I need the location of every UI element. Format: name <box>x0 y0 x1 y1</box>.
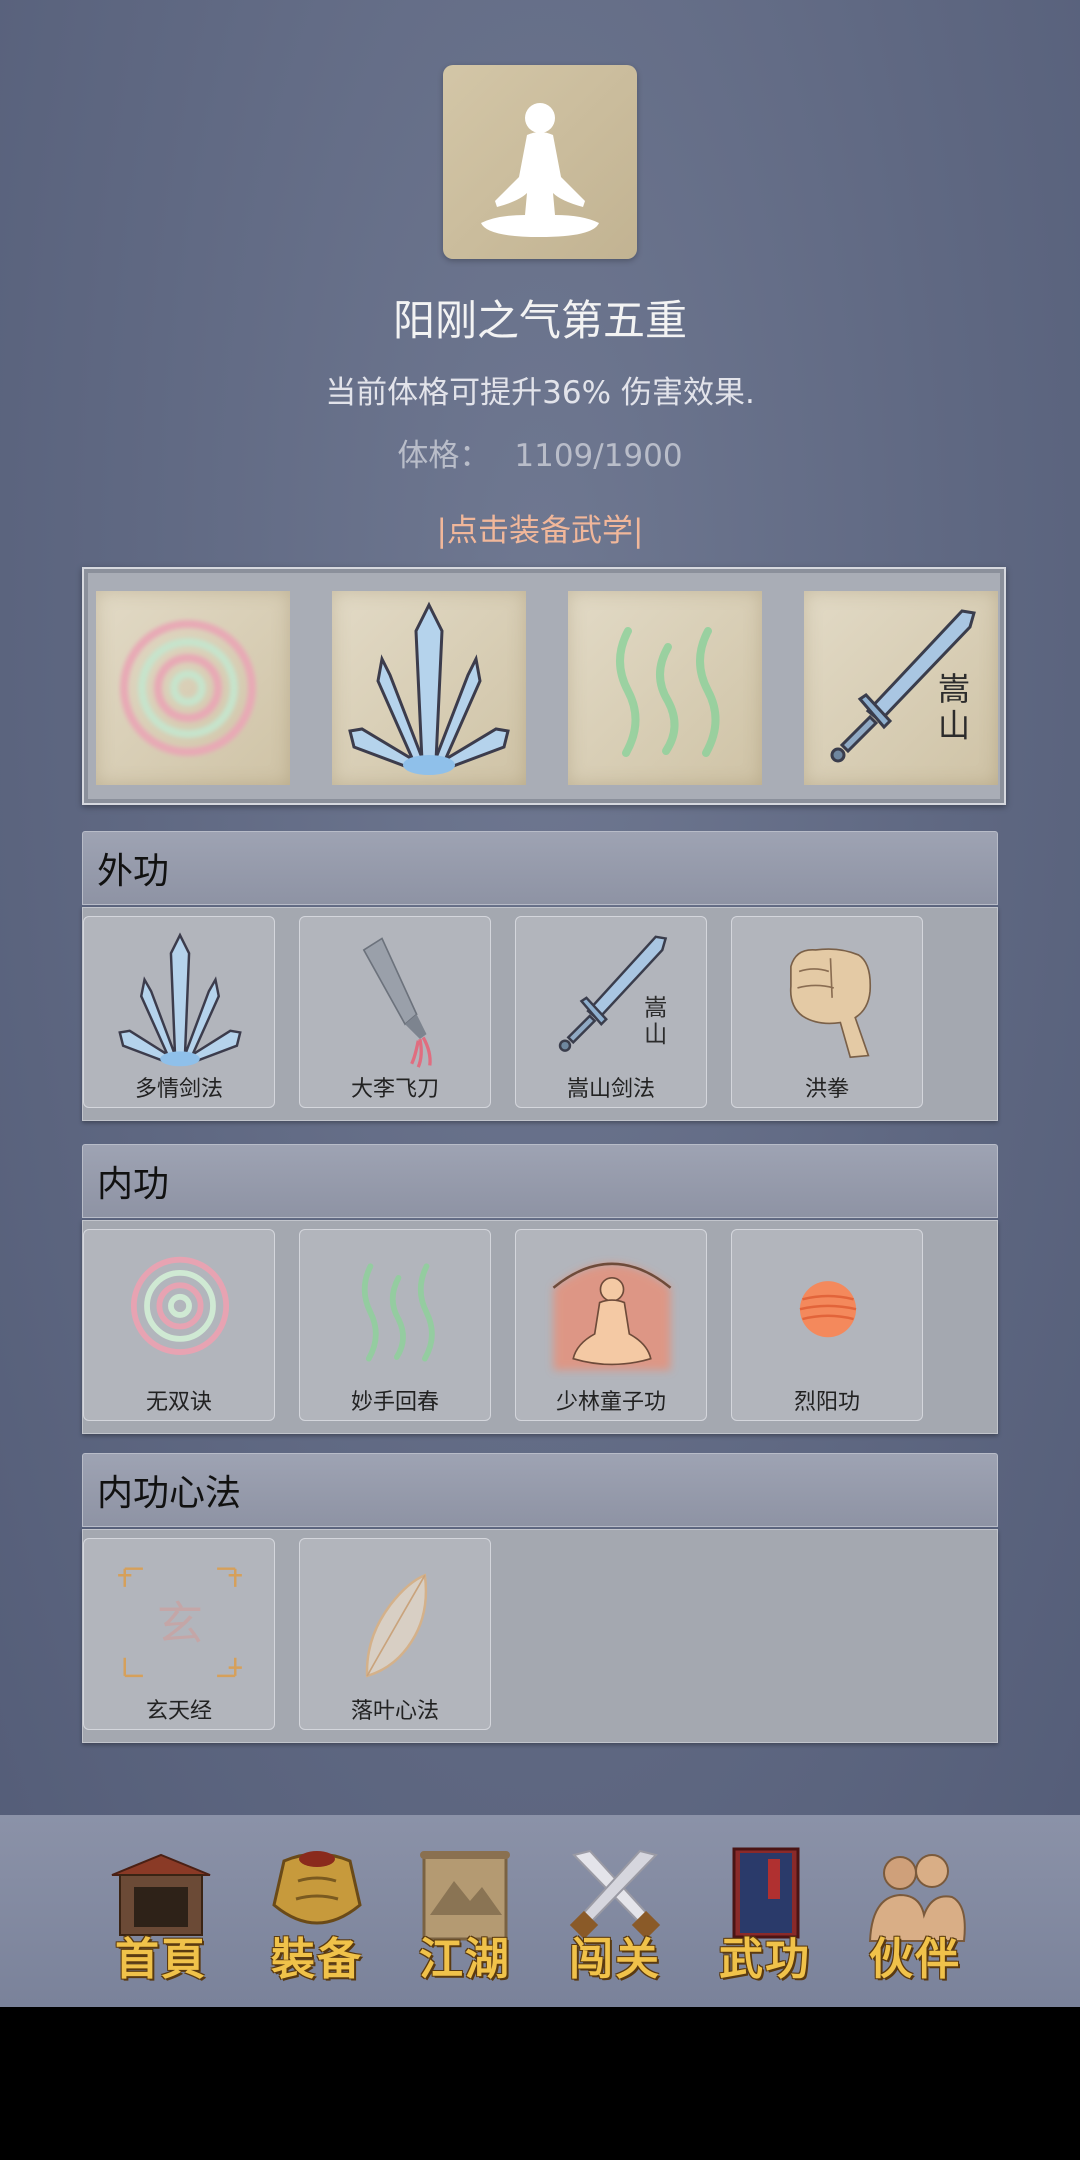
skill-name: 大李飞刀 <box>350 1077 439 1102</box>
skill-card-luoye-xinfa[interactable]: 落叶心法 <box>299 1538 491 1730</box>
section-body-waigong: 多情剑法 大李飞刀 嵩山 嵩山剑法 洪拳 <box>82 907 998 1121</box>
skill-card-shaolin-tongzi[interactable]: 少林童子功 <box>515 1229 707 1421</box>
nav-label: 裝备 <box>271 1934 363 1985</box>
bottom-nav: 首頁 裝备 江湖 闯关 武功 伙伴 <box>0 1815 1080 2007</box>
section-header-xinfa: 内功心法 <box>82 1453 998 1527</box>
xuan-mark: 玄 <box>157 1597 203 1651</box>
songshan-sword-icon: 嵩山 <box>830 609 976 763</box>
nav-label: 闯关 <box>569 1934 661 1985</box>
skill-name: 嵩山剑法 <box>566 1077 655 1102</box>
realm-title: 阳刚之气第五重 <box>392 296 687 345</box>
meditation-portrait <box>443 65 637 259</box>
nav-challenge[interactable]: 闯关 <box>550 1845 680 1985</box>
equipped-slot-1[interactable] <box>96 591 290 785</box>
physique-stat: 体格： 1109/1900 <box>0 430 1080 475</box>
nav-label: 江湖 <box>419 1934 511 1985</box>
nav-jianghu[interactable]: 江湖 <box>400 1845 530 1985</box>
fist-icon <box>789 948 872 1059</box>
nav-equipment[interactable]: 裝备 <box>252 1845 382 1985</box>
section-body-xinfa: 玄 玄天经 落叶心法 <box>82 1529 998 1743</box>
skill-card-xuantianjing[interactable]: 玄 玄天经 <box>83 1538 275 1730</box>
skill-name: 少林童子功 <box>555 1390 666 1415</box>
xuan-seal-icon: 玄 <box>118 1567 242 1678</box>
blade-fan-icon <box>348 601 510 775</box>
equipped-skills-panel: 嵩山 <box>82 567 1006 805</box>
section-title: 外功 <box>97 851 170 892</box>
spiral-icon <box>130 1256 230 1355</box>
equipped-slot-4[interactable]: 嵩山 <box>804 591 998 785</box>
spiral-icon <box>120 620 256 756</box>
songshan-mark: 嵩山 <box>644 995 667 1048</box>
green-wave-icon <box>361 1263 435 1362</box>
songshan-mark: 嵩山 <box>938 670 970 745</box>
meditating-monk-icon <box>552 1262 672 1371</box>
section-header-neigong: 内功 <box>82 1144 998 1218</box>
nav-label: 伙伴 <box>869 1934 961 1985</box>
songshan-sword-icon: 嵩山 <box>558 935 667 1052</box>
screen: 阳刚之气第五重 当前体格可提升36% 伤害效果. 体格： 1109/1900 |点… <box>0 0 1080 2007</box>
skill-card-lieyang[interactable]: 烈阳功 <box>731 1229 923 1421</box>
nav-label: 首頁 <box>115 1934 207 1985</box>
physique-label: 体格： <box>397 438 491 474</box>
sun-orb-icon <box>799 1281 857 1338</box>
skill-name: 妙手回春 <box>350 1390 439 1415</box>
skill-name: 落叶心法 <box>350 1699 439 1724</box>
skill-name: 玄天经 <box>145 1699 212 1724</box>
nav-home[interactable]: 首頁 <box>96 1845 226 1985</box>
skill-name: 无双诀 <box>145 1390 212 1415</box>
skill-card-dali-feidao[interactable]: 大李飞刀 <box>299 916 491 1108</box>
skill-card-wushuangjue[interactable]: 无双诀 <box>83 1229 275 1421</box>
blade-fan-icon <box>118 932 242 1067</box>
leaf-icon <box>365 1573 428 1678</box>
nav-martial-arts[interactable]: 武功 <box>700 1845 830 1985</box>
skill-card-miaoshou-huichun[interactable]: 妙手回春 <box>299 1229 491 1421</box>
skill-card-hongquan[interactable]: 洪拳 <box>731 916 923 1108</box>
section-body-neigong: 无双诀 妙手回春 少林童子功 烈阳功 <box>82 1220 998 1434</box>
section-title: 内功心法 <box>97 1473 242 1514</box>
skill-card-duoqing[interactable]: 多情剑法 <box>83 916 275 1108</box>
skill-card-songshan[interactable]: 嵩山 嵩山剑法 <box>515 916 707 1108</box>
skill-name: 洪拳 <box>804 1077 849 1102</box>
equip-skills-link[interactable]: |点击装备武学| <box>0 505 1080 550</box>
equipped-slot-2[interactable] <box>332 591 526 785</box>
skill-name: 多情剑法 <box>134 1077 223 1102</box>
cleaver-icon <box>362 937 432 1068</box>
skill-name: 烈阳功 <box>793 1390 860 1415</box>
bottom-blank-bar <box>0 2007 1080 2160</box>
realm-description: 当前体格可提升36% 伤害效果. <box>325 375 755 411</box>
section-header-waigong: 外功 <box>82 831 998 905</box>
nav-label: 武功 <box>719 1934 811 1985</box>
physique-value: 1109/1900 <box>514 438 683 474</box>
green-wave-icon <box>616 627 720 757</box>
nav-companions[interactable]: 伙伴 <box>850 1845 980 1985</box>
meditating-figure-icon <box>481 103 599 237</box>
section-title: 内功 <box>97 1164 170 1205</box>
equipped-slot-3[interactable] <box>568 591 762 785</box>
